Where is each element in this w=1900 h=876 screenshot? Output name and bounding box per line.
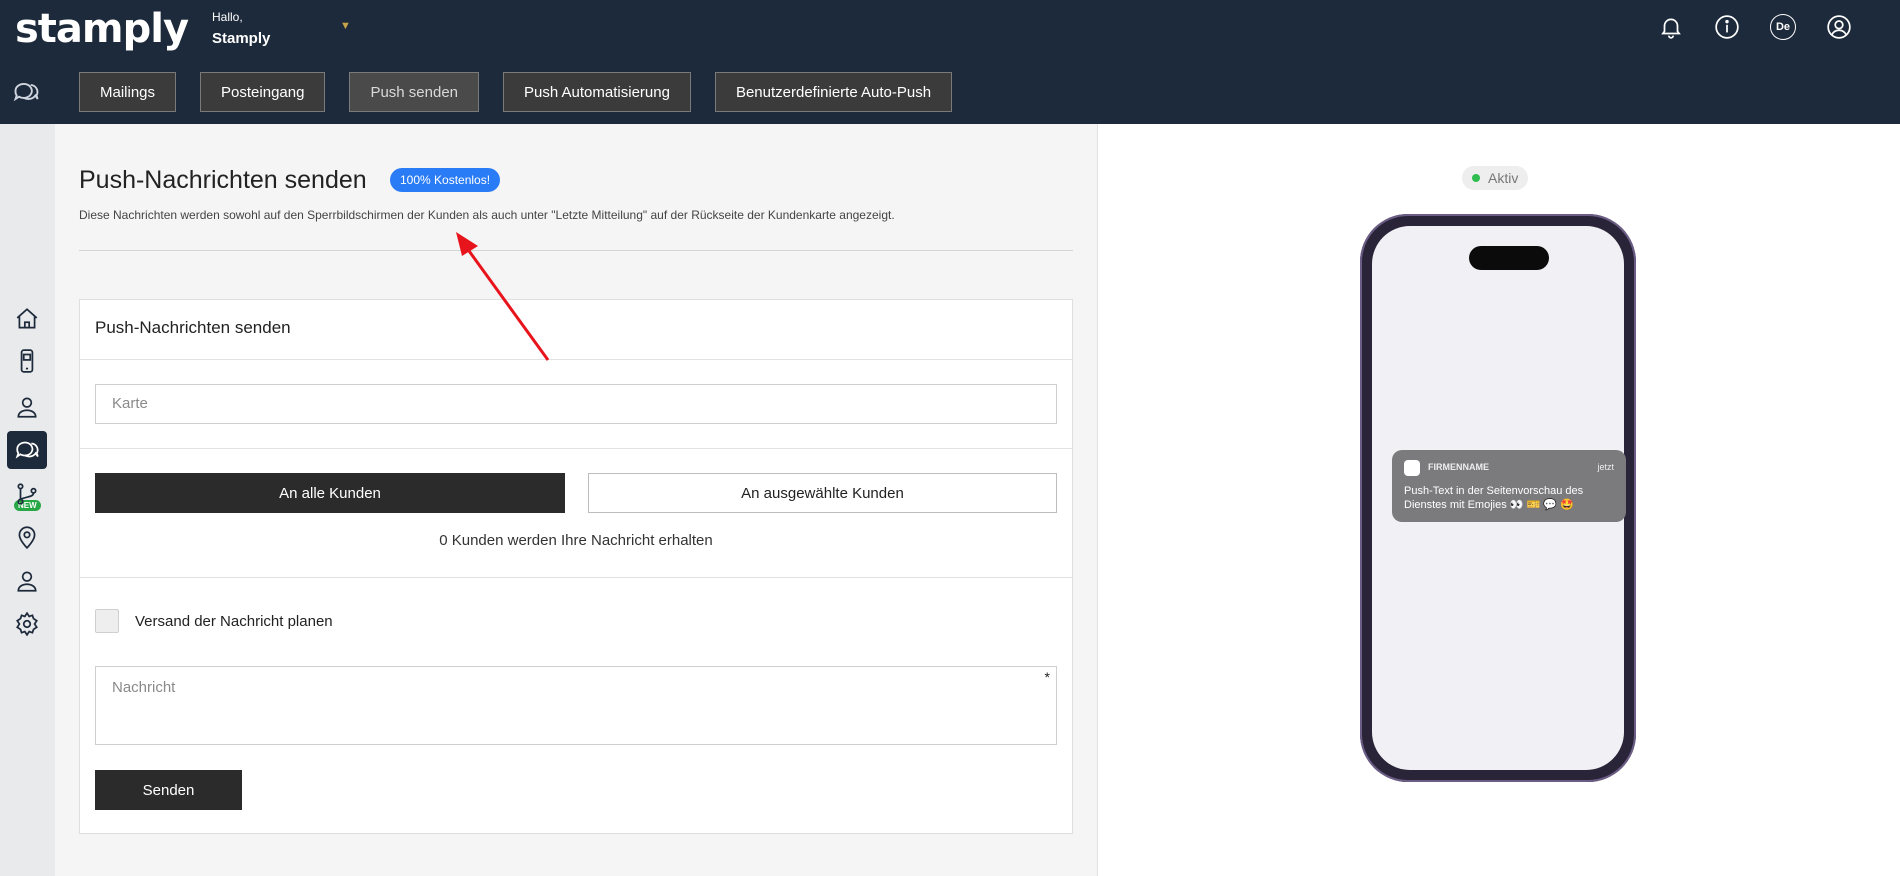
push-form-card: Push-Nachrichten senden Karte An alle Ku… [79,299,1073,834]
info-icon[interactable] [1712,12,1742,42]
header-actions: De [1656,12,1854,42]
message-textarea[interactable]: Nachricht * [95,666,1057,745]
divider [80,577,1072,578]
tab-push-senden[interactable]: Push senden [349,72,480,112]
sidebar: NEW [0,124,55,876]
user-name: Stamply [212,30,271,47]
notification-time: jetzt [1597,462,1614,472]
notification-app-name: FIRMENNAME [1428,462,1489,472]
tab-push-automatisierung[interactable]: Push Automatisierung [503,72,691,112]
location-icon [18,526,36,550]
app-logo[interactable]: stamply [15,6,189,52]
phone-preview-panel: Aktiv FIRMENNAME jetzt Push-Text in der … [1097,124,1900,876]
mobile-card-icon [20,349,34,373]
messages-icon [15,441,39,459]
status-text: Aktiv [1488,170,1519,186]
status-dot [1472,174,1480,182]
sidebar-item-messages[interactable] [7,431,47,469]
divider [79,250,1073,251]
required-mark: * [1044,669,1050,685]
dynamic-island [1469,246,1549,270]
chevron-down-icon[interactable]: ▼ [340,20,351,32]
push-notification-preview: FIRMENNAME jetzt Push-Text in der Seiten… [1392,450,1626,522]
messages-section-icon [12,78,42,108]
tab-posteingang[interactable]: Posteingang [200,72,326,112]
app-icon [1404,460,1420,476]
free-badge: 100% Kostenlos! [390,168,501,192]
message-placeholder: Nachricht [112,679,176,696]
recipients-count: 0 Kunden werden Ihre Nachricht erhalten [439,532,713,549]
send-button[interactable]: Senden [95,770,242,810]
home-icon [16,308,38,329]
customers-icon [17,397,37,418]
main-content: Push-Nachrichten senden 100% Kostenlos! … [55,124,1097,876]
sidebar-item-customers[interactable] [7,388,47,426]
bell-icon[interactable] [1656,12,1686,42]
page-description: Diese Nachrichten werden sowohl auf den … [79,208,895,222]
tab-mailings[interactable]: Mailings [79,72,177,112]
message-tabs: Mailings Posteingang Push senden Push Au… [79,72,953,112]
schedule-label[interactable]: Versand der Nachricht planen [135,613,333,630]
sidebar-item-cards[interactable] [7,342,47,380]
divider [80,359,1072,360]
page-title: Push-Nachrichten senden [79,166,367,194]
divider [80,448,1072,449]
card-placeholder: Karte [112,395,148,412]
tab-custom-auto-push[interactable]: Benutzerdefinierte Auto-Push [714,72,953,112]
settings-icon [16,611,38,637]
flow-icon [17,483,37,505]
language-icon[interactable]: De [1768,12,1798,42]
sidebar-item-account[interactable] [7,562,47,600]
sidebar-item-home[interactable] [7,300,47,338]
card-title: Push-Nachrichten senden [95,318,291,337]
sidebar-item-flows[interactable] [7,475,47,513]
status-badge: Aktiv [1462,166,1529,190]
card-select-field[interactable]: Karte [95,384,1057,424]
top-header: stamply Hallo, Stamply ▼ De Mailings Pos… [0,0,1900,124]
phone-mockup: FIRMENNAME jetzt Push-Text in der Seiten… [1360,214,1636,782]
language-label: De [1770,14,1796,40]
user-icon[interactable] [1824,12,1854,42]
schedule-checkbox[interactable] [95,609,119,633]
sidebar-item-locations[interactable] [7,518,47,556]
sidebar-item-settings[interactable] [7,605,47,643]
all-customers-button[interactable]: An alle Kunden [95,473,565,513]
notification-text: Push-Text in der Seitenvorschau des Dien… [1404,485,1584,511]
phone-screen: FIRMENNAME jetzt Push-Text in der Seiten… [1372,226,1626,770]
selected-customers-button[interactable]: An ausgewählte Kunden [588,473,1057,513]
user-greeting[interactable]: Hallo, Stamply [212,10,270,47]
greeting-text: Hallo, [212,10,243,24]
account-icon [17,571,37,592]
